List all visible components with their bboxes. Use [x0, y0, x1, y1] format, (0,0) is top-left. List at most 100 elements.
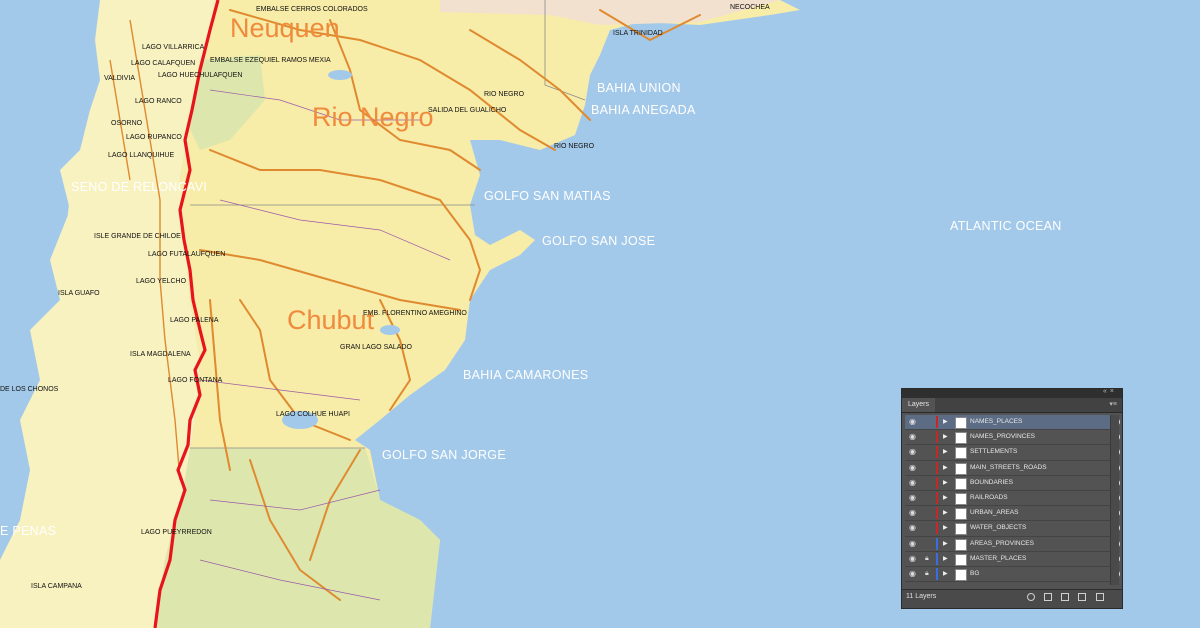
layer-count: 11 Layers [906, 593, 937, 600]
visibility-eye-icon[interactable]: ◉ [909, 506, 916, 520]
layer-name: URBAN_AREAS [970, 509, 1019, 517]
place-label: VALDIVIA [104, 75, 135, 82]
place-label: ISLA MAGDALENA [130, 351, 191, 358]
place-label: LAGO FUTALAUFQUEN [148, 251, 226, 258]
expand-triangle-icon[interactable]: ▶ [943, 567, 948, 581]
delete-layer-icon[interactable] [1096, 593, 1104, 601]
visibility-eye-icon[interactable]: ◉ [909, 521, 916, 535]
layer-row[interactable]: ◉ 🔒︎ ▶ BG [905, 567, 1120, 583]
label-golfo-san-jorge: GOLFO SAN JORGE [382, 448, 506, 462]
visibility-eye-icon[interactable]: ◉ [909, 567, 916, 581]
layer-name: MASTER_PLACES [970, 554, 1027, 562]
layer-row[interactable]: ◉ ▶ NAMES_PROVINCES [905, 430, 1120, 446]
layer-thumbnail [955, 477, 967, 490]
visibility-eye-icon[interactable]: ◉ [909, 552, 916, 566]
layer-row[interactable]: ◉ ▶ MAIN_STREETS_ROADS [905, 461, 1120, 476]
label-bahia-anegada: BAHIA ANEGADA [591, 103, 696, 117]
layer-row[interactable]: ◉ ▶ RAILROADS [905, 491, 1120, 507]
label-golfo-de-penas: E PENAS [0, 524, 57, 538]
layer-row[interactable]: ◉ ▶ WATER_OBJECTS [905, 521, 1120, 537]
layer-thumbnail [955, 447, 967, 460]
layer-color-bar [936, 446, 938, 459]
layer-name: WATER_OBJECTS [970, 524, 1027, 532]
visibility-eye-icon[interactable]: ◉ [909, 461, 916, 475]
layer-row[interactable]: ◉ 🔒︎ ▶ MASTER_PLACES [905, 552, 1120, 567]
layer-row[interactable]: ◉ ▶ SETTLEMENTS [905, 445, 1120, 461]
place-label: DE LOS CHONOS [0, 386, 59, 393]
label-golfo-san-matias: GOLFO SAN MATIAS [484, 189, 611, 203]
layer-thumbnail [955, 508, 967, 521]
expand-triangle-icon[interactable]: ▶ [943, 415, 948, 429]
visibility-eye-icon[interactable]: ◉ [909, 537, 916, 551]
place-label: LAGO COLHUE HUAPI [276, 411, 350, 418]
lock-icon[interactable]: 🔒︎ [925, 552, 929, 566]
tab-layers[interactable]: Layers [902, 398, 936, 412]
layer-color-bar [936, 476, 938, 489]
layer-color-bar [936, 522, 938, 535]
layer-color-bar [936, 461, 938, 474]
place-label: LAGO PALENA [170, 317, 219, 324]
place-label: ISLA GUAFO [58, 290, 100, 297]
double-chevron-icon[interactable]: «× [1103, 388, 1117, 395]
panel-footer: 11 Layers [902, 589, 1122, 608]
expand-triangle-icon[interactable]: ▶ [943, 445, 948, 459]
layer-row[interactable]: ◉ ▶ BOUNDARIES [905, 476, 1120, 491]
label-bahia-union: BAHIA UNION [597, 81, 681, 95]
panel-menu-icon[interactable]: ▾≡ [1109, 400, 1117, 408]
expand-triangle-icon[interactable]: ▶ [943, 552, 948, 566]
visibility-eye-icon[interactable]: ◉ [909, 445, 916, 459]
layer-name: AREAS_PROVINCES [970, 539, 1034, 547]
lock-icon[interactable]: 🔒︎ [925, 567, 929, 581]
make-clipping-mask-icon[interactable] [1044, 593, 1052, 601]
locate-object-icon[interactable] [1027, 593, 1035, 601]
place-label: EMB. FLORENTINO AMEGHINO [363, 310, 467, 317]
place-label: EMBALSE CERROS COLORADOS [256, 6, 368, 13]
layer-name: SETTLEMENTS [970, 448, 1018, 456]
visibility-eye-icon[interactable]: ◉ [909, 415, 916, 429]
visibility-eye-icon[interactable]: ◉ [909, 476, 916, 490]
place-label: OSORNO [111, 120, 143, 127]
layer-color-bar [936, 537, 938, 550]
label-atlantic-ocean: ATLANTIC OCEAN [950, 219, 1062, 233]
panel-titlebar[interactable]: «× [902, 388, 1122, 398]
layer-list: ◉ ▶ NAMES_PLACES ◉ ▶ NAMES_PROVINCES ◉ ▶ SETTLEM… [905, 415, 1120, 583]
layer-color-bar [936, 416, 938, 428]
layer-name: BG [970, 569, 980, 577]
place-label: LAGO YELCHO [136, 278, 187, 285]
layers-panel[interactable]: «× Layers ▾≡ ◉ ▶ NAMES_PLACES ◉ ▶ NAMES_PROVI… [901, 388, 1123, 609]
place-label: RIO NEGRO [554, 143, 595, 150]
place-label: LAGO LLANQUIHUE [108, 152, 175, 159]
layer-color-bar [936, 491, 938, 504]
expand-triangle-icon[interactable]: ▶ [943, 461, 948, 475]
panel-tab-row: Layers ▾≡ [902, 398, 1122, 413]
place-label: LAGO RUPANCO [126, 134, 182, 141]
expand-triangle-icon[interactable]: ▶ [943, 537, 948, 551]
new-sublayer-icon[interactable] [1061, 593, 1069, 601]
layer-name: NAMES_PROVINCES [970, 433, 1036, 441]
new-layer-icon[interactable] [1078, 593, 1086, 601]
visibility-eye-icon[interactable]: ◉ [909, 430, 916, 444]
layer-row[interactable]: ◉ ▶ AREAS_PROVINCES [905, 537, 1120, 552]
layer-row[interactable]: ◉ ▶ URBAN_AREAS [905, 506, 1120, 522]
layer-row[interactable]: ◉ ▶ NAMES_PLACES [905, 415, 1120, 431]
layer-thumbnail [955, 553, 967, 566]
expand-triangle-icon[interactable]: ▶ [943, 506, 948, 520]
place-label: LAGO FONTANA [168, 377, 223, 384]
expand-triangle-icon[interactable]: ▶ [943, 491, 948, 505]
expand-triangle-icon[interactable]: ▶ [943, 521, 948, 535]
place-label: ISLA TRINIDAD [613, 30, 663, 37]
label-province-neuquen: Neuquen [230, 13, 340, 43]
panel-scrollbar[interactable] [1110, 415, 1119, 585]
layer-thumbnail [955, 538, 967, 551]
expand-triangle-icon[interactable]: ▶ [943, 476, 948, 490]
visibility-eye-icon[interactable]: ◉ [909, 491, 916, 505]
layer-thumbnail [955, 432, 967, 445]
layer-thumbnail [955, 568, 967, 581]
layer-color-bar [936, 567, 938, 580]
layer-thumbnail [955, 523, 967, 536]
label-seno-de-reloncavi: SENO DE RELONCAVI [71, 180, 208, 194]
place-label: EMBALSE EZEQUIEL RAMOS MEXIA [210, 57, 331, 64]
layer-color-bar [936, 431, 938, 444]
expand-triangle-icon[interactable]: ▶ [943, 430, 948, 444]
place-label: LAGO RANCO [135, 98, 182, 105]
